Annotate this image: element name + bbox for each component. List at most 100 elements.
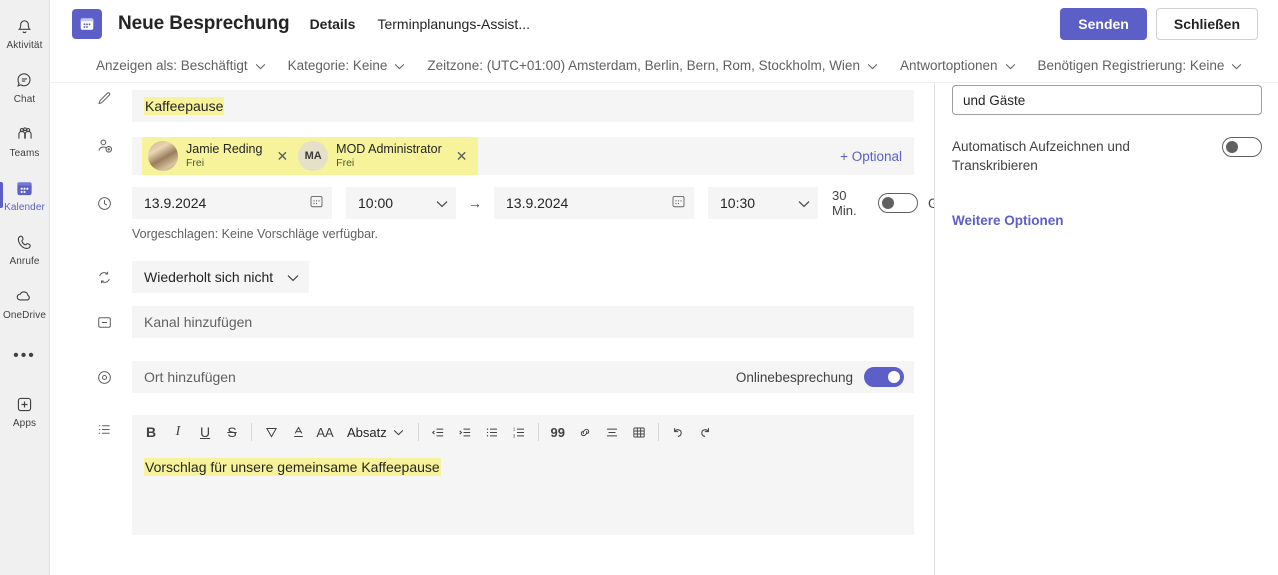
bold-icon[interactable]: B xyxy=(138,419,164,445)
show-as-dropdown[interactable]: Anzeigen als: Beschäftigt xyxy=(96,58,266,73)
show-as-label: Anzeigen als: Beschäftigt xyxy=(96,57,248,73)
online-meeting-toggle[interactable] xyxy=(864,367,904,387)
attendee-name: MOD Administrator xyxy=(336,141,442,156)
undo-icon[interactable] xyxy=(665,419,691,445)
calendar-picker-icon[interactable] xyxy=(309,194,324,212)
form-column: Kaffeepause Jamie Reding Frei ✕ MA MOD A… xyxy=(50,83,934,575)
send-button[interactable]: Senden xyxy=(1060,8,1147,40)
align-icon[interactable] xyxy=(599,419,625,445)
channel-input[interactable]: Kanal hinzufügen xyxy=(132,306,914,338)
auto-record-toggle[interactable] xyxy=(1222,137,1262,157)
description-text-area[interactable]: Vorschlag für unsere gemeinsame Kaffeepa… xyxy=(132,449,914,523)
italic-icon[interactable]: I xyxy=(165,419,191,445)
paragraph-style-dropdown[interactable]: Absatz xyxy=(339,419,412,445)
side-panel-inner: und Gäste Automatisch Aufzeichnen und Tr… xyxy=(952,83,1262,228)
title-input[interactable]: Kaffeepause xyxy=(132,90,914,122)
attendee-chip-text: MOD Administrator Frei xyxy=(336,141,442,170)
chevron-down-icon xyxy=(287,269,299,285)
arrow-right-icon: → xyxy=(468,195,482,211)
attendee-chip[interactable]: MA MOD Administrator Frei ✕ xyxy=(294,139,473,173)
channel-placeholder: Kanal hinzufügen xyxy=(144,313,253,330)
timezone-dropdown[interactable]: Zeitzone: (UTC+01:00) Amsterdam, Berlin,… xyxy=(427,58,878,73)
attendee-chip[interactable]: Jamie Reding Frei ✕ xyxy=(144,139,294,173)
remove-attendee-icon[interactable]: ✕ xyxy=(276,149,288,163)
calendar-icon xyxy=(15,178,34,200)
category-dropdown[interactable]: Kategorie: Keine xyxy=(288,58,406,73)
meeting-options-bar: Anzeigen als: Beschäftigt Kategorie: Kei… xyxy=(50,48,1278,83)
decrease-indent-icon[interactable] xyxy=(425,419,451,445)
sidebar-item-apps[interactable]: Apps xyxy=(0,384,50,438)
attendees-input[interactable]: Jamie Reding Frei ✕ MA MOD Administrator… xyxy=(132,137,914,175)
guests-input[interactable]: und Gäste xyxy=(952,85,1262,115)
attendee-status: Frei xyxy=(336,157,355,170)
chevron-down-icon xyxy=(867,58,878,73)
recurrence-dropdown[interactable]: Wiederholt sich nicht xyxy=(132,261,309,293)
svg-text:1: 1 xyxy=(513,426,516,431)
bulleted-list-icon[interactable] xyxy=(479,419,505,445)
suggestion-text: Vorgeschlagen: Keine Vorschläge verfügba… xyxy=(132,227,379,241)
underline-icon[interactable]: U xyxy=(192,419,218,445)
teams-new-meeting-window: Aktivität Chat Teams Kalender Anrufe One… xyxy=(0,0,1278,575)
chevron-down-icon xyxy=(394,58,405,73)
all-day-toggle[interactable] xyxy=(878,193,918,213)
require-registration-dropdown[interactable]: Benötigen Registrierung: Keine xyxy=(1038,58,1243,73)
datetime-row: 13.9.2024 10:00 → 13.9.2024 10:30 30 Min… xyxy=(50,187,934,219)
attendee-chip-text: Jamie Reding Frei xyxy=(186,141,263,169)
online-meeting-label: Onlinebesprechung xyxy=(735,369,853,385)
quote-icon[interactable]: 99 xyxy=(545,419,571,445)
channel-icon xyxy=(96,314,132,331)
clock-icon xyxy=(96,195,132,212)
strikethrough-icon[interactable]: S xyxy=(219,419,245,445)
chevron-down-icon xyxy=(436,195,448,211)
attendee-chip-group: Jamie Reding Frei ✕ MA MOD Administrator… xyxy=(142,137,478,175)
paragraph-style-label: Absatz xyxy=(347,424,387,440)
sidebar-item-label: Kalender xyxy=(4,201,45,213)
sidebar-item-label: Teams xyxy=(9,147,40,159)
rich-text-toolbar: B I U S AA Absatz 1 3 99 xyxy=(132,415,914,449)
tab-details[interactable]: Details xyxy=(310,16,356,33)
highlight-color-icon[interactable] xyxy=(258,419,284,445)
svg-text:3: 3 xyxy=(513,433,516,438)
add-optional-button[interactable]: + Optional xyxy=(840,149,902,164)
location-input[interactable]: Ort hinzufügen Onlinebesprechung xyxy=(132,361,914,393)
redo-icon[interactable] xyxy=(692,419,718,445)
start-date-value: 13.9.2024 xyxy=(144,195,207,211)
link-icon[interactable] xyxy=(572,419,598,445)
increase-indent-icon[interactable] xyxy=(452,419,478,445)
toolbar-separator xyxy=(417,423,419,441)
sidebar-item-anrufe[interactable]: Anrufe xyxy=(0,222,50,276)
sidebar-item-kalender[interactable]: Kalender xyxy=(0,168,50,222)
calendar-picker-icon[interactable] xyxy=(671,194,686,212)
bell-icon xyxy=(15,16,34,38)
chevron-down-icon xyxy=(255,58,266,73)
table-icon[interactable] xyxy=(626,419,652,445)
sidebar-item-onedrive[interactable]: OneDrive xyxy=(0,276,50,330)
start-time-dropdown[interactable]: 10:00 xyxy=(346,187,456,219)
font-color-icon[interactable] xyxy=(285,419,311,445)
sidebar-item-chat[interactable]: Chat xyxy=(0,60,50,114)
attendees-row: Jamie Reding Frei ✕ MA MOD Administrator… xyxy=(50,137,934,175)
close-button[interactable]: Schließen xyxy=(1155,8,1258,40)
sidebar-item-more[interactable]: ••• xyxy=(0,330,50,384)
response-options-dropdown[interactable]: Antwortoptionen xyxy=(900,58,1016,73)
sidebar-item-teams[interactable]: Teams xyxy=(0,114,50,168)
vertical-divider xyxy=(934,83,935,575)
phone-icon xyxy=(15,232,34,254)
calendar-icon xyxy=(72,9,102,39)
tab-scheduling-assistant[interactable]: Terminplanungs-Assist... xyxy=(377,16,530,33)
location-pin-icon xyxy=(96,369,132,386)
page-title: Neue Besprechung xyxy=(118,13,290,34)
toolbar-separator xyxy=(537,423,539,441)
remove-attendee-icon[interactable]: ✕ xyxy=(456,149,468,163)
numbered-list-icon[interactable]: 1 3 xyxy=(506,419,532,445)
title-row: Kaffeepause xyxy=(50,90,934,126)
start-date-input[interactable]: 13.9.2024 xyxy=(132,187,332,219)
end-time-dropdown[interactable]: 10:30 xyxy=(708,187,818,219)
sidebar-item-aktivitaet[interactable]: Aktivität xyxy=(0,6,50,60)
more-options-link[interactable]: Weitere Optionen xyxy=(952,213,1262,228)
attendee-name: Jamie Reding xyxy=(186,141,263,156)
end-date-input[interactable]: 13.9.2024 xyxy=(494,187,694,219)
chevron-down-icon xyxy=(393,429,403,435)
toolbar-separator xyxy=(657,423,659,441)
font-size-icon[interactable]: AA xyxy=(312,419,338,445)
